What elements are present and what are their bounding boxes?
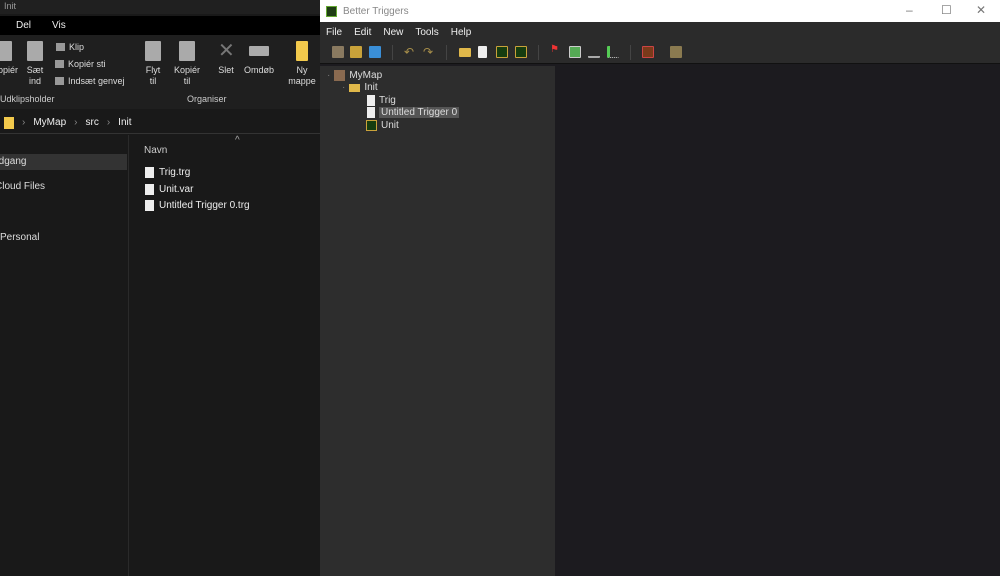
ribbon: Kopiér Sætind Klip Kopiér sti Indsæt gen… <box>0 35 320 109</box>
better-triggers-window: Better Triggers – ☐ ✕ File Edit New Tool… <box>320 0 1000 576</box>
minimize-button[interactable]: – <box>906 3 913 17</box>
sort-chevron-icon: ^ <box>235 135 240 146</box>
new-script-icon[interactable] <box>496 46 508 58</box>
breadcrumb-init[interactable]: Init <box>118 117 131 128</box>
organise-group-label: Organiser <box>187 94 227 104</box>
app-logo-icon <box>326 5 337 17</box>
folder-icon <box>296 41 308 61</box>
tree-node-trigger-selected[interactable]: Untitled Trigger 0 <box>367 107 460 118</box>
folder-icon <box>349 83 361 92</box>
close-button[interactable]: ✕ <box>976 3 986 17</box>
move-icon <box>145 41 161 61</box>
file-list: ^ Navn Trig.trg Unit.var Untitled Trigge… <box>128 135 320 576</box>
new-event-icon[interactable] <box>569 46 581 58</box>
flag-icon[interactable]: ⚑ <box>550 44 562 56</box>
copy-to-button[interactable]: Kopiér til <box>172 41 202 87</box>
scissors-icon <box>56 43 65 51</box>
file-icon <box>145 200 154 211</box>
menu-file[interactable]: File <box>326 27 342 38</box>
save-icon[interactable] <box>369 46 381 58</box>
file-item[interactable]: Unit.var <box>145 184 193 195</box>
explorer-title: Init <box>0 0 320 14</box>
menu-new[interactable]: New <box>383 27 403 38</box>
paste-button[interactable]: Sæt ind <box>24 41 46 87</box>
title-bar: Better Triggers – ☐ ✕ <box>320 0 1000 22</box>
nav-item-personal[interactable]: Personal <box>0 232 39 243</box>
nav-item-quick-access[interactable]: Adgang <box>0 154 127 170</box>
window-title: Better Triggers <box>343 5 409 17</box>
ribbon-tabs: Del Vis <box>0 16 320 35</box>
trigger-explorer-tree: · MyMap · Init Trig Untitled Trigger 0 Uni… <box>320 66 555 576</box>
copy-icon <box>0 41 12 61</box>
tab-share[interactable]: Del <box>16 20 31 31</box>
tab-view[interactable]: Vis <box>52 20 66 31</box>
copy-to-icon <box>179 41 195 61</box>
trigger-file-icon <box>367 107 375 118</box>
file-icon <box>145 167 154 178</box>
new-trigger-icon[interactable] <box>478 46 487 58</box>
menu-bar: File Edit New Tools Help <box>320 22 1000 42</box>
trigger-file-icon <box>367 95 375 106</box>
toolbar: ↶ ↷ ⚑ <box>320 42 1000 64</box>
build-map-icon[interactable] <box>670 46 682 58</box>
file-item[interactable]: Untitled Trigger 0.trg <box>145 200 250 211</box>
new-condition-icon[interactable] <box>588 46 600 58</box>
test-map-icon[interactable] <box>642 46 654 58</box>
copy-button[interactable]: Kopiér <box>0 41 18 76</box>
move-to-button[interactable]: Flyt til <box>142 41 164 87</box>
new-variable-icon[interactable] <box>515 46 527 58</box>
delete-button[interactable]: ✕ Slet <box>215 41 237 76</box>
file-explorer-window: Init Del Vis Kopiér Sætind Klip Kopiér s… <box>0 0 320 576</box>
address-bar[interactable]: › MyMap › src › Init <box>0 112 320 134</box>
clipboard-icon <box>27 41 43 61</box>
rename-icon <box>249 46 269 56</box>
maximize-button[interactable]: ☐ <box>941 3 952 17</box>
shortcut-icon <box>55 77 64 85</box>
column-header-name[interactable]: Navn <box>144 145 167 156</box>
menu-help[interactable]: Help <box>451 27 472 38</box>
breadcrumb-src[interactable]: src <box>85 117 98 128</box>
variable-icon <box>366 120 377 131</box>
redo-icon[interactable]: ↷ <box>423 45 435 59</box>
path-icon <box>55 60 64 68</box>
export-icon[interactable] <box>350 46 362 58</box>
tree-node-root[interactable]: · MyMap <box>327 70 382 81</box>
paste-shortcut-button[interactable]: Indsæt genvej <box>55 76 125 86</box>
menu-edit[interactable]: Edit <box>354 27 371 38</box>
undo-icon[interactable]: ↶ <box>404 45 416 59</box>
tree-node-trigger[interactable]: Trig <box>367 95 396 106</box>
menu-tools[interactable]: Tools <box>415 27 438 38</box>
folder-icon <box>4 116 14 129</box>
new-folder-button[interactable]: Ny mappe <box>287 41 317 87</box>
file-icon <box>145 184 154 195</box>
cut-button[interactable]: Klip <box>56 42 84 52</box>
new-action-icon[interactable] <box>607 46 619 58</box>
rename-button[interactable]: Omdøb <box>243 41 275 76</box>
tree-node-variable[interactable]: Unit <box>366 120 399 131</box>
open-map-icon[interactable] <box>332 46 344 58</box>
nav-item-cloud-files[interactable]: Cloud Files <box>0 181 45 192</box>
clipboard-group-label: Udklipsholder <box>0 94 55 104</box>
x-icon: ✕ <box>218 40 235 62</box>
file-item[interactable]: Trig.trg <box>145 167 190 178</box>
tree-node-folder[interactable]: · Init <box>342 82 378 93</box>
copy-path-button[interactable]: Kopiér sti <box>55 59 106 69</box>
map-icon <box>334 70 346 81</box>
breadcrumb-mymap[interactable]: MyMap <box>33 117 66 128</box>
new-folder-icon[interactable] <box>459 48 471 57</box>
navigation-pane: Adgang Cloud Files Personal <box>0 135 127 576</box>
